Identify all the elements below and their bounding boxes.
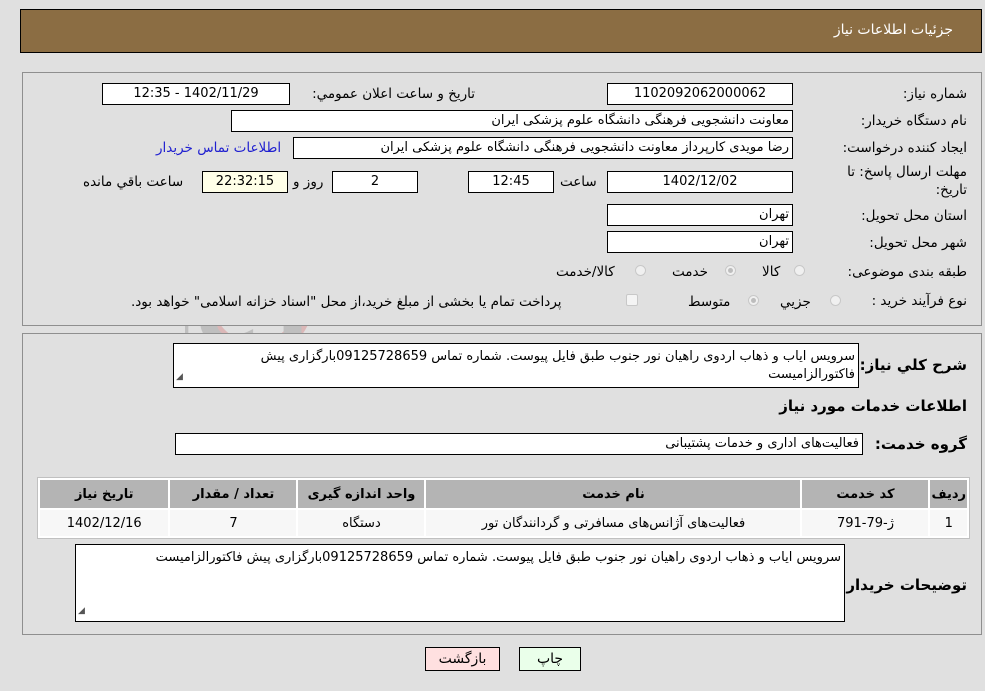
resize-grip-icon[interactable]: ◢ <box>176 368 183 386</box>
purchase-minor-label: جزيي <box>780 294 811 310</box>
category-label: طبقه بندی موضوعی: <box>847 264 967 280</box>
deadline-date-field: 1402/12/02 <box>607 171 793 193</box>
cell-need-date: 1402/12/16 <box>40 510 169 536</box>
cell-quantity: 7 <box>170 510 297 536</box>
province-field: تهران <box>607 204 793 226</box>
services-table: ردیف کد خدمت نام خدمت واحد اندازه گیری ت… <box>37 477 970 539</box>
col-row-number: ردیف <box>930 480 967 508</box>
deadline-label-line1: مهلت ارسال پاسخ: تا <box>847 164 967 180</box>
services-table-wrap: ردیف کد خدمت نام خدمت واحد اندازه گیری ت… <box>37 477 970 539</box>
col-service-code: کد خدمت <box>802 480 929 508</box>
buyer-org-field: معاونت دانشجویی فرهنگی دانشگاه علوم پزشک… <box>231 110 793 132</box>
category-goods-service-label: کالا/خدمت <box>556 264 615 280</box>
table-row: 1 ژ-79-791 فعالیت‌های آژانس‌های مسافرتی … <box>40 510 967 536</box>
page-title: جزئیات اطلاعات نیاز <box>833 22 953 38</box>
city-label: شهر محل تحویل: <box>869 235 967 251</box>
service-group-field: فعالیت‌های اداری و خدمات پشتیبانی <box>175 433 863 455</box>
back-button[interactable]: بازگشت <box>425 647 500 671</box>
col-unit: واحد اندازه گیری <box>298 480 425 508</box>
buyer-notes-text: سرویس ایاب و ذهاب اردوی راهیان نور جنوب … <box>155 550 841 565</box>
days-label: روز و <box>293 174 324 190</box>
summary-text: سرویس ایاب و ذهاب اردوی راهیان نور جنوب … <box>260 349 855 382</box>
buyer-contact-link[interactable]: اطلاعات تماس خریدار <box>156 140 281 156</box>
deadline-label-line2: تاریخ: <box>935 182 967 198</box>
cell-unit: دستگاه <box>298 510 425 536</box>
creator-label: ایجاد کننده درخواست: <box>842 140 967 156</box>
cell-service-code: ژ-79-791 <box>802 510 929 536</box>
treasury-note: پرداخت تمام یا بخشی از مبلغ خرید،از محل … <box>131 294 562 310</box>
city-field: تهران <box>607 231 793 253</box>
buyer-notes-textarea[interactable]: سرویس ایاب و ذهاب اردوی راهیان نور جنوب … <box>75 544 845 622</box>
category-goods-radio[interactable] <box>794 265 805 276</box>
print-button[interactable]: چاپ <box>519 647 581 671</box>
resize-grip-icon[interactable]: ◢ <box>78 602 85 620</box>
announce-datetime-field: 1402/11/29 - 12:35 <box>102 83 290 105</box>
purchase-type-label: نوع فرآیند خرید : <box>871 293 967 309</box>
services-section-title: اطلاعات خدمات مورد نیاز <box>779 397 967 415</box>
summary-label: شرح كلي نياز: <box>859 356 967 374</box>
table-header-row: ردیف کد خدمت نام خدمت واحد اندازه گیری ت… <box>40 480 967 508</box>
deadline-time-field: 12:45 <box>468 171 554 193</box>
buyer-org-label: نام دستگاه خریدار: <box>860 113 967 129</box>
service-group-label: گروه خدمت: <box>874 435 967 453</box>
need-number-field: 1102092062000062 <box>607 83 793 105</box>
treasury-checkbox[interactable] <box>626 294 638 306</box>
time-remaining-field: 22:32:15 <box>202 171 288 193</box>
summary-textarea[interactable]: سرویس ایاب و ذهاب اردوی راهیان نور جنوب … <box>173 343 859 388</box>
purchase-medium-label: متوسط <box>688 294 731 310</box>
page-header: جزئیات اطلاعات نیاز <box>20 9 982 53</box>
category-service-radio[interactable] <box>725 265 736 276</box>
col-need-date: تاریخ نیاز <box>40 480 169 508</box>
province-label: استان محل تحویل: <box>861 208 967 224</box>
time-remaining-label: ساعت باقي مانده <box>83 174 184 190</box>
deadline-time-label: ساعت <box>560 174 597 190</box>
category-goods-label: کالا <box>762 264 781 280</box>
creator-field: رضا مویدی کارپرداز معاونت دانشجویی فرهنگ… <box>293 137 793 159</box>
purchase-minor-radio[interactable] <box>830 295 841 306</box>
category-goods-service-radio[interactable] <box>635 265 646 276</box>
days-remaining-field: 2 <box>332 171 418 193</box>
col-service-name: نام خدمت <box>426 480 801 508</box>
need-number-label: شماره نیاز: <box>902 86 967 102</box>
category-service-label: خدمت <box>672 264 708 280</box>
purchase-medium-radio[interactable] <box>748 295 759 306</box>
cell-service-name: فعالیت‌های آژانس‌های مسافرتی و گردانندگا… <box>426 510 801 536</box>
buyer-notes-label: توضیحات خریدار: <box>840 576 967 594</box>
cell-row-number: 1 <box>930 510 967 536</box>
col-quantity: تعداد / مقدار <box>170 480 297 508</box>
announce-label: تاریخ و ساعت اعلان عمومي: <box>312 86 475 102</box>
